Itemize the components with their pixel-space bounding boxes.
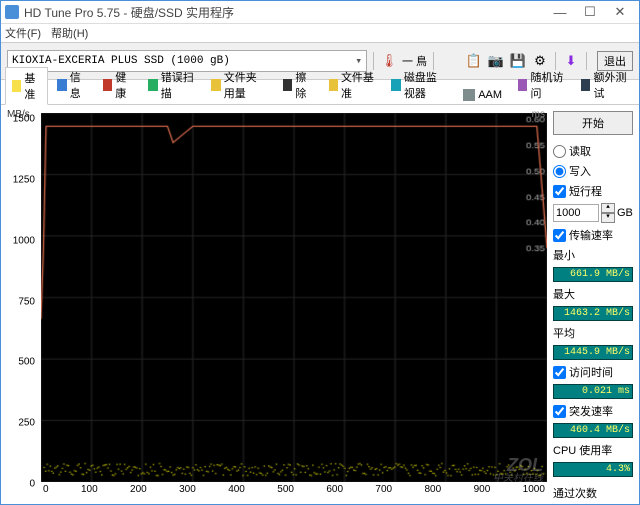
max-label: 最大 (553, 286, 633, 302)
cpu-value: 4.3% (553, 462, 633, 477)
copy-icon[interactable]: 📋 (465, 52, 483, 70)
menubar: 文件(F) 帮助(H) (1, 24, 639, 42)
tab-icon (103, 79, 112, 91)
check-access-time[interactable]: 访问时间 (553, 364, 633, 380)
tab-label: 错误扫描 (161, 69, 196, 101)
pass-label: 通过次数 (553, 485, 633, 501)
tab-label: 文件基准 (341, 69, 376, 101)
screenshot-icon[interactable]: 📷 (487, 52, 505, 70)
menu-help[interactable]: 帮助(H) (51, 25, 88, 41)
menu-file[interactable]: 文件(F) (5, 25, 41, 41)
tab-icon (12, 80, 21, 92)
tab-label: 额外测试 (593, 69, 628, 101)
x-tick: 600 (326, 484, 343, 498)
y-tick: 750 (18, 296, 35, 307)
tab-label: 信息 (70, 69, 87, 101)
gb-unit: GB (617, 207, 633, 219)
x-tick: 400 (228, 484, 245, 498)
tab-AAM[interactable]: AAM (456, 86, 509, 104)
close-button[interactable]: ✕ (605, 3, 635, 21)
radio-write[interactable]: 写入 (553, 163, 633, 179)
y-tick: 1000 (13, 235, 35, 246)
cpu-label: CPU 使用率 (553, 442, 633, 458)
minimize-button[interactable]: — (545, 3, 575, 21)
tab-擦除[interactable]: 擦除 (276, 66, 319, 104)
y-tick: 500 (18, 357, 35, 368)
tab-icon (581, 79, 590, 91)
tab-label: 擦除 (295, 69, 312, 101)
tab-label: 磁盘监视器 (404, 69, 447, 101)
tab-信息[interactable]: 信息 (50, 66, 93, 104)
x-tick: 100 (81, 484, 98, 498)
avg-value: 1445.9 MB/s (553, 345, 633, 360)
tab-文件夹用量[interactable]: 文件夹用量 (204, 66, 274, 104)
access-value: 0.021 ms (553, 384, 633, 399)
x-axis: 0 100 200 300 400 500 600 700 800 900 1000 (41, 484, 547, 498)
y-tick: 1500 (13, 114, 35, 125)
tab-label: 健康 (115, 69, 132, 101)
burst-value: 460.4 MB/s (553, 423, 633, 438)
x-tick: 800 (425, 484, 442, 498)
y-tick: 1250 (13, 174, 35, 185)
x-tick: 300 (179, 484, 196, 498)
tab-随机访问[interactable]: 随机访问 (511, 66, 572, 104)
start-button[interactable]: 开始 (553, 111, 633, 135)
tab-磁盘监视器[interactable]: 磁盘监视器 (384, 66, 454, 104)
y-tick: 0 (29, 479, 35, 490)
max-value: 1463.2 MB/s (553, 306, 633, 321)
x-tick: 0 (43, 484, 49, 498)
x-tick: 700 (375, 484, 392, 498)
x-tick: 200 (130, 484, 147, 498)
sidebar: 开始 读取 写入 短行程 ▴▾ GB 传输速率 最小 661.9 MB/s 最大… (551, 105, 639, 504)
check-burst-rate[interactable]: 突发速率 (553, 403, 633, 419)
x-tick: 900 (474, 484, 491, 498)
min-value: 661.9 MB/s (553, 267, 633, 282)
tab-label: 文件夹用量 (224, 69, 267, 101)
tab-icon (211, 79, 220, 91)
tab-icon (148, 79, 157, 91)
tab-文件基准[interactable]: 文件基准 (322, 66, 383, 104)
chart-area: MB/s ms 1500125010007505002500 010020030… (1, 105, 551, 504)
tab-错误扫描[interactable]: 错误扫描 (141, 66, 202, 104)
tab-icon (329, 79, 338, 91)
tab-icon (463, 89, 475, 101)
app-window: HD Tune Pro 5.75 - 硬盘/SSD 实用程序 — ☐ ✕ 文件(… (0, 0, 640, 505)
tab-label: 基准 (24, 70, 41, 102)
tab-label: AAM (478, 89, 502, 101)
app-icon (5, 5, 19, 19)
check-short-stroke[interactable]: 短行程 (553, 183, 633, 199)
check-transfer-rate[interactable]: 传输速率 (553, 227, 633, 243)
x-tick: 500 (277, 484, 294, 498)
spin-up[interactable]: ▴ (601, 203, 615, 213)
radio-read[interactable]: 读取 (553, 143, 633, 159)
window-title: HD Tune Pro 5.75 - 硬盘/SSD 实用程序 (24, 4, 545, 21)
r-axis-unit: ms (532, 109, 545, 120)
short-stroke-size: ▴▾ GB (553, 203, 633, 223)
x-tick: 1000 (523, 484, 545, 498)
tab-基准[interactable]: 基准 (5, 67, 48, 105)
tab-icon (57, 79, 66, 91)
y-axis: 1500125010007505002500 (1, 119, 37, 484)
titlebar: HD Tune Pro 5.75 - 硬盘/SSD 实用程序 — ☐ ✕ (1, 1, 639, 24)
maximize-button[interactable]: ☐ (575, 3, 605, 21)
min-label: 最小 (553, 247, 633, 263)
benchmark-chart (41, 113, 547, 482)
avg-label: 平均 (553, 325, 633, 341)
tabbar: 基准信息健康错误扫描文件夹用量擦除文件基准磁盘监视器AAM随机访问额外测试 (1, 80, 639, 105)
tab-额外测试[interactable]: 额外测试 (574, 66, 635, 104)
tab-健康[interactable]: 健康 (96, 66, 139, 104)
content-area: MB/s ms 1500125010007505002500 010020030… (1, 105, 639, 504)
tab-label: 随机访问 (530, 69, 565, 101)
tab-icon (391, 79, 400, 91)
tab-icon (283, 79, 292, 91)
short-stroke-input[interactable] (553, 204, 599, 222)
spin-down[interactable]: ▾ (601, 213, 615, 223)
tab-icon (518, 79, 527, 91)
y-tick: 250 (18, 418, 35, 429)
